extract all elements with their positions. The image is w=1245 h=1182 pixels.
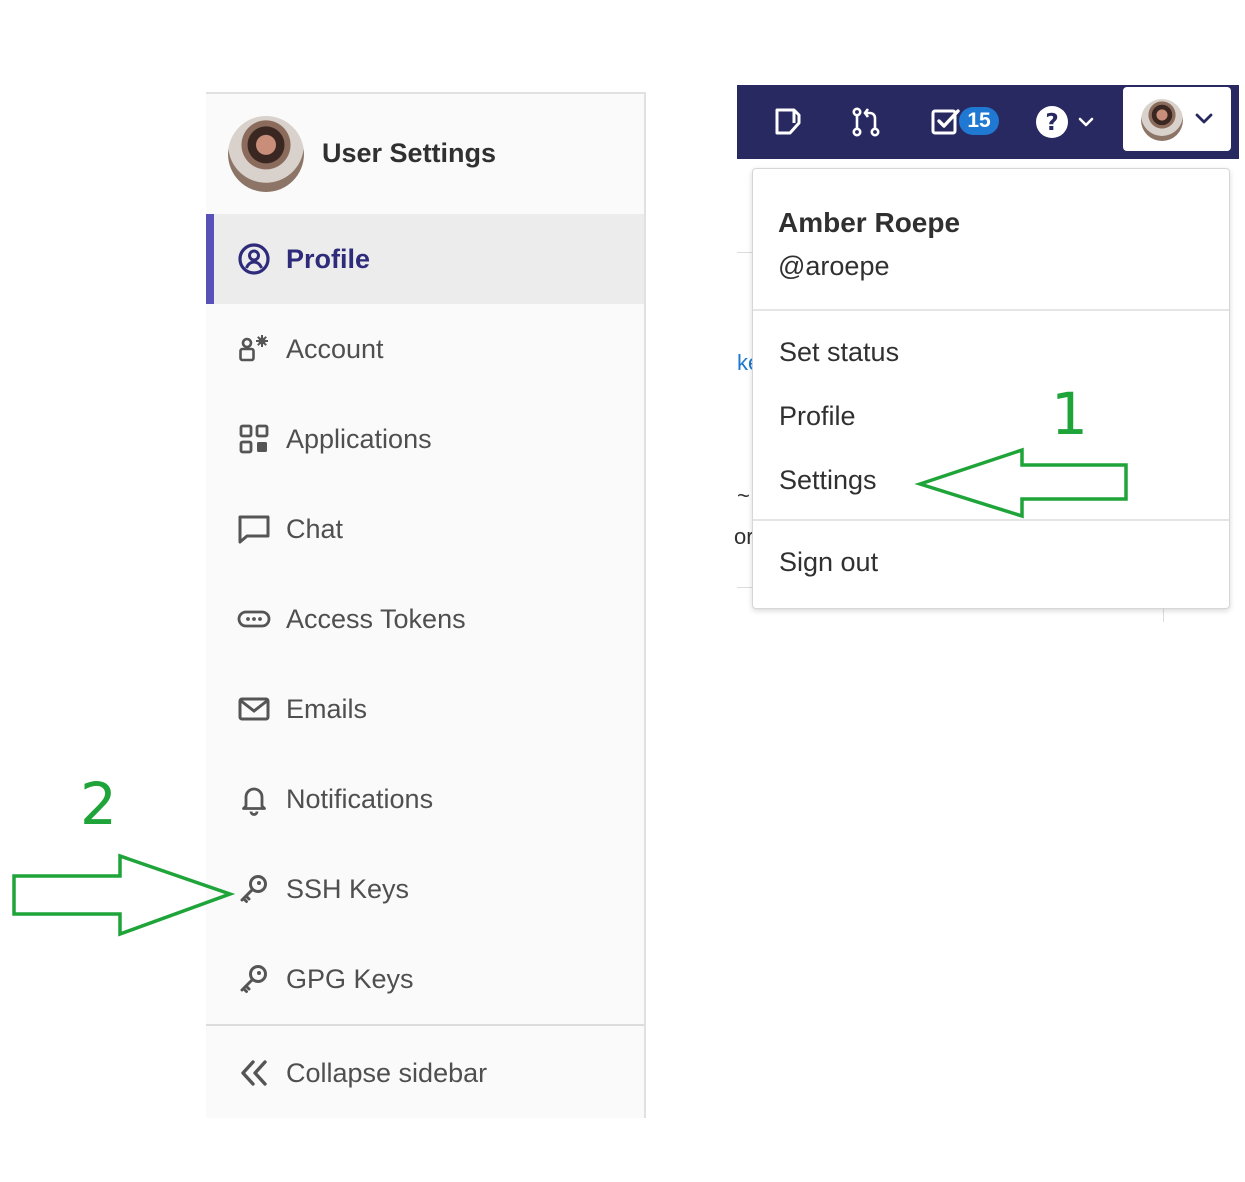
sidebar-item-ssh-keys[interactable]: SSH Keys	[206, 844, 644, 934]
profile-item[interactable]: Profile	[779, 401, 856, 432]
top-navbar: 15 ?	[737, 85, 1239, 159]
avatar[interactable]	[228, 116, 304, 192]
merge-requests-icon[interactable]	[847, 103, 885, 141]
sidebar-title: User Settings	[322, 138, 497, 168]
set-status-item[interactable]: Set status	[779, 337, 899, 368]
dropdown-divider	[753, 309, 1229, 311]
collapse-sidebar-button[interactable]: Collapse sidebar	[206, 1026, 644, 1120]
account-icon	[236, 331, 272, 367]
sidebar-item-notifications[interactable]: Notifications	[206, 754, 644, 844]
background-text: ke	[737, 350, 753, 375]
collapse-sidebar-label: Collapse sidebar	[286, 1057, 488, 1088]
sidebar-item-label: Notifications	[286, 783, 434, 814]
settings-sidebar: User Settings Profile Account Applicatio…	[206, 92, 646, 1118]
emails-icon	[236, 691, 272, 727]
user-menu-button[interactable]	[1123, 87, 1231, 151]
svg-text:?: ?	[1045, 110, 1058, 136]
profile-icon	[236, 241, 272, 277]
background-divider	[1163, 608, 1164, 622]
sidebar-item-emails[interactable]: Emails	[206, 664, 644, 754]
sidebar-item-applications[interactable]: Applications	[206, 394, 644, 484]
double-chevron-left-icon	[236, 1055, 272, 1091]
user-dropdown-menu: Amber Roepe @aroepe Set status Profile S…	[752, 168, 1230, 609]
annotation-step-2: 2	[80, 770, 117, 838]
sidebar-item-label: Chat	[286, 513, 344, 544]
bell-icon	[236, 781, 272, 817]
background-divider	[737, 587, 753, 588]
help-menu-button[interactable]: ?	[1033, 103, 1103, 141]
sidebar-item-label: Emails	[286, 693, 368, 724]
sidebar-item-label: GPG Keys	[286, 963, 414, 994]
sidebar-item-gpg-keys[interactable]: GPG Keys	[206, 934, 644, 1024]
key-icon	[236, 961, 272, 997]
background-text: ~	[737, 483, 750, 508]
sidebar-item-label: Access Tokens	[286, 603, 466, 634]
sidebar-item-profile[interactable]: Profile	[206, 214, 644, 304]
annotation-step-1: 1	[1051, 380, 1088, 448]
sidebar-item-chat[interactable]: Chat	[206, 484, 644, 574]
user-avatar	[1141, 99, 1183, 141]
sidebar-item-label: Profile	[286, 243, 371, 274]
todos-count-badge: 15	[959, 107, 999, 135]
sidebar-header: User Settings	[206, 94, 644, 214]
user-handle: @aroepe	[778, 251, 890, 281]
annotation-arrow-icon	[12, 853, 236, 937]
chevron-down-icon	[1195, 113, 1213, 124]
issues-icon[interactable]	[769, 103, 807, 141]
background-divider	[737, 252, 753, 253]
sign-out-item[interactable]: Sign out	[779, 547, 878, 578]
applications-icon	[236, 421, 272, 457]
sidebar-item-account[interactable]: Account	[206, 304, 644, 394]
sidebar-item-label: Applications	[286, 423, 432, 454]
sidebar-item-access-tokens[interactable]: Access Tokens	[206, 574, 644, 664]
sidebar-item-label: Account	[286, 333, 384, 364]
access-tokens-icon	[236, 601, 272, 637]
key-icon	[236, 871, 272, 907]
chat-icon	[236, 511, 272, 547]
sidebar-item-label: SSH Keys	[286, 873, 410, 904]
help-icon: ?	[1036, 106, 1094, 138]
user-name: Amber Roepe	[778, 207, 961, 238]
annotation-arrow-icon	[914, 447, 1128, 519]
background-text: or	[734, 524, 753, 549]
settings-item[interactable]: Settings	[779, 465, 877, 496]
